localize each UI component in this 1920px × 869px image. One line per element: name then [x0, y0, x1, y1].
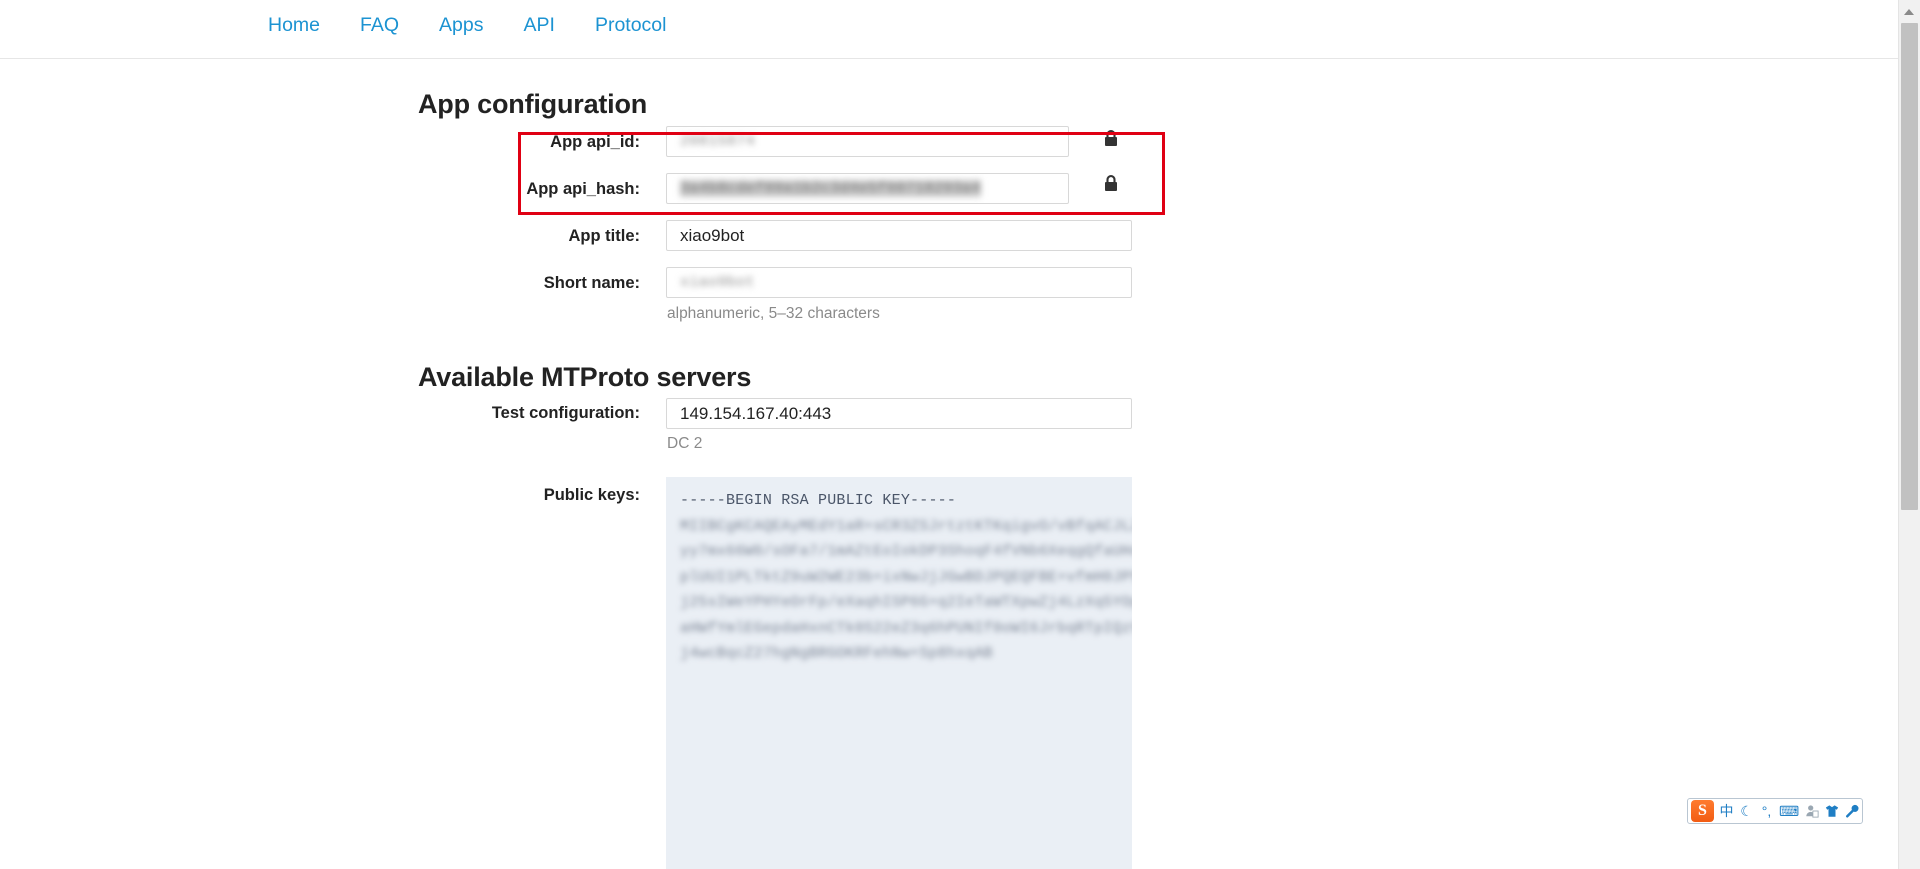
public-key-line: j25sIWeYPHYeOrFp/eXaqhISP6G+q2IeTaWTXpwZ… [680, 590, 1118, 616]
public-key-line: -----BEGIN RSA PUBLIC KEY----- [680, 488, 1118, 514]
page-scrollbar[interactable] [1898, 0, 1920, 869]
ime-keyboard-icon[interactable]: ⌨ [1779, 800, 1799, 822]
ime-language-mode[interactable]: 中 [1719, 800, 1734, 822]
scrollbar-thumb[interactable] [1901, 23, 1918, 510]
lock-icon-api-hash [1100, 173, 1122, 195]
sogou-logo-icon[interactable]: S [1691, 800, 1714, 822]
app-api-id-label: App api_id: [420, 133, 640, 152]
short-name-input[interactable]: xiao9bot [666, 267, 1132, 298]
top-navigation-bar: Home FAQ Apps API Protocol [0, 0, 1898, 59]
ime-user-icon[interactable] [1804, 800, 1819, 822]
app-configuration-heading: App configuration [418, 89, 647, 120]
mtproto-servers-heading: Available MTProto servers [418, 362, 751, 393]
ime-skin-icon[interactable] [1824, 800, 1839, 822]
nav-faq[interactable]: FAQ [340, 13, 419, 37]
public-key-line: j4wcBqcZ27hgNgBRGOKRFehNw+Sp8hxqAB [680, 641, 1118, 667]
ime-settings-icon[interactable] [1844, 800, 1859, 822]
public-keys-block[interactable]: -----BEGIN RSA PUBLIC KEY----- MIIBCgKCA… [666, 477, 1132, 869]
main-nav: Home FAQ Apps API Protocol [248, 13, 686, 37]
page-content: App configuration App api_id: 20815874 A… [0, 59, 1898, 869]
app-title-value: xiao9bot [680, 226, 744, 246]
sogou-ime-toolbar[interactable]: S 中 ☾ °, ⌨ [1687, 798, 1863, 824]
test-configuration-datacenter: DC 2 [667, 435, 702, 453]
app-api-hash-label: App api_hash: [420, 180, 640, 199]
lock-icon-api-id [1100, 128, 1122, 150]
scroll-up-arrow-icon[interactable] [1899, 0, 1920, 22]
test-configuration-value: 149.154.167.40:443 [680, 404, 831, 424]
app-api-id-input[interactable]: 20815874 [666, 126, 1069, 157]
app-title-input[interactable]: xiao9bot [666, 220, 1132, 251]
app-api-hash-input[interactable]: 3a4b8cdef09a1b2c3d4e5f60718293a4 [666, 173, 1069, 204]
ime-user-glyph [1805, 804, 1819, 818]
test-configuration-input[interactable]: 149.154.167.40:443 [666, 398, 1132, 429]
nav-protocol[interactable]: Protocol [575, 13, 687, 37]
short-name-hint: alphanumeric, 5–32 characters [667, 305, 880, 323]
ime-moon-icon[interactable]: ☾ [1739, 800, 1754, 822]
public-keys-label: Public keys: [420, 486, 640, 505]
short-name-value: xiao9bot [680, 274, 755, 291]
nav-api[interactable]: API [504, 13, 575, 37]
ime-wrench-glyph [1845, 804, 1859, 818]
ime-punctuation-icon[interactable]: °, [1759, 800, 1774, 822]
public-key-line: plUUI1PLTktZ9uW2WE23b+ixNwJjJGwBDJPQEQFB… [680, 565, 1118, 591]
app-api-hash-value: 3a4b8cdef09a1b2c3d4e5f60718293a4 [680, 180, 981, 197]
public-key-line: aHWfYmlEGepdaHxnCTk0S22eZ3q6hPUNIf0oWI6J… [680, 616, 1118, 642]
test-configuration-label: Test configuration: [400, 404, 640, 423]
nav-home[interactable]: Home [248, 13, 340, 37]
public-key-line: MIIBCgKCAQEAyMEdY1aR+sCR3ZSJrtztKTKqigvO… [680, 514, 1118, 540]
public-key-line: yy7mx66W0/sOFa7/1mAZtEoIokDP3ShoqF4fVNb6… [680, 539, 1118, 565]
short-name-label: Short name: [420, 274, 640, 293]
app-api-id-value: 20815874 [680, 133, 755, 150]
nav-apps[interactable]: Apps [419, 13, 503, 37]
app-title-label: App title: [420, 227, 640, 246]
ime-shirt-glyph [1825, 804, 1839, 818]
